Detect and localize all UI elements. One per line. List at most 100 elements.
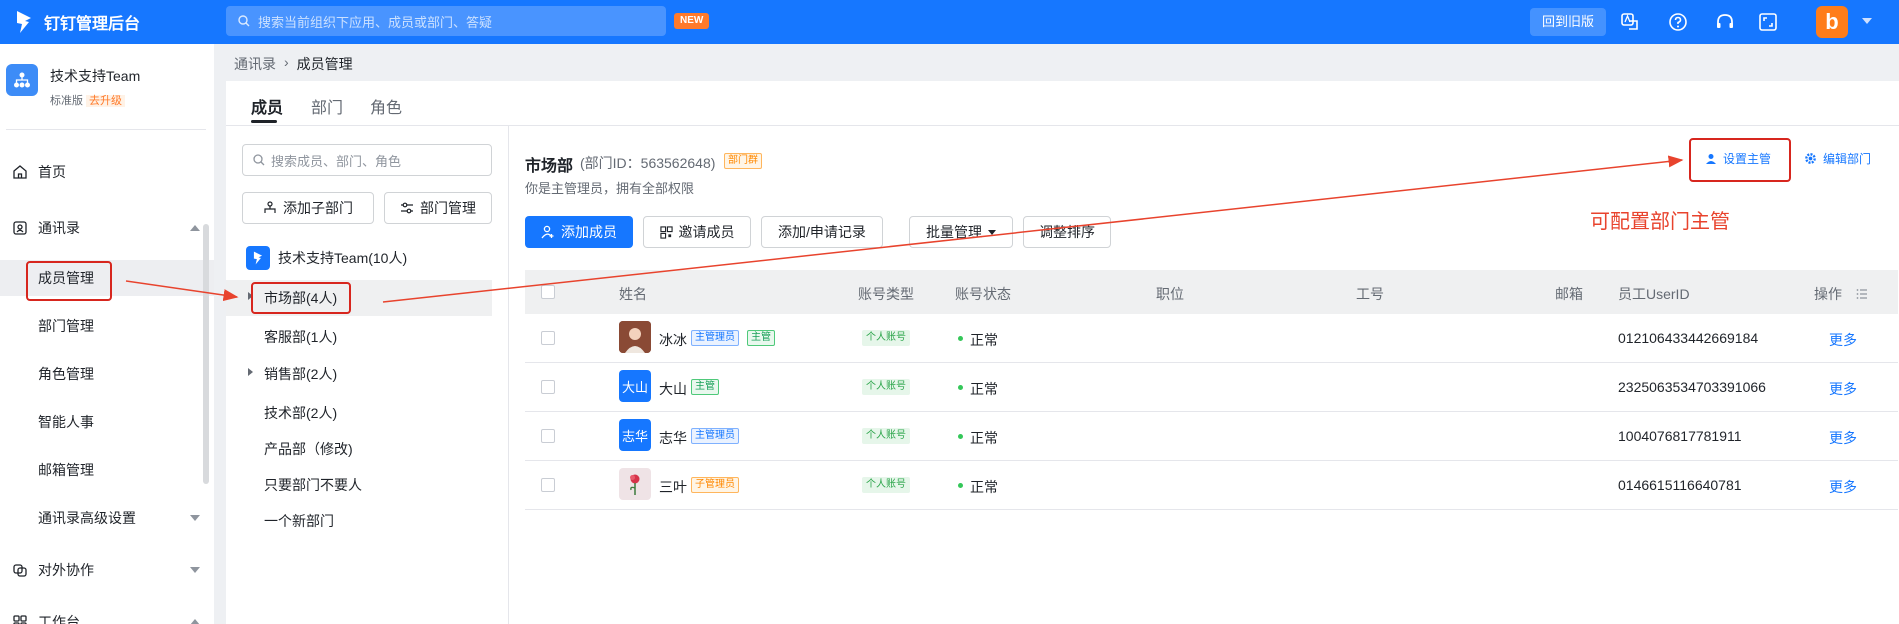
account-type-badge: 个人账号 <box>862 477 910 493</box>
badge-manager: 主管 <box>691 379 719 395</box>
sliders-icon <box>401 202 413 214</box>
member-name[interactable]: 大山 <box>659 379 687 399</box>
status-dot <box>958 385 963 390</box>
chevron-up-icon <box>190 225 200 231</box>
qrcode-icon <box>659 225 673 239</box>
badge-admin: 主管理员 <box>691 330 739 346</box>
row-checkbox[interactable] <box>541 429 555 443</box>
nav-workbench[interactable]: 工作台 <box>0 604 214 624</box>
annotation-box-market-dept <box>251 282 351 314</box>
breadcrumb-contacts[interactable]: 通讯录 <box>234 54 276 74</box>
edit-dept-button[interactable]: 编辑部门 <box>1804 150 1871 167</box>
member-avatar[interactable]: 大山 <box>619 370 651 402</box>
sidebar-scrollbar[interactable] <box>203 224 209 484</box>
column-settings-icon[interactable] <box>1856 287 1868 303</box>
row-checkbox[interactable] <box>541 380 555 394</box>
more-link[interactable]: 更多 <box>1829 330 1857 350</box>
tree-item-no-people[interactable]: 只要部门不要人 <box>264 475 362 495</box>
org-add-icon <box>264 201 276 213</box>
nav-external-label: 对外协作 <box>38 562 94 578</box>
org-switcher[interactable]: 技术支持Team 标准版 去升级 <box>6 64 140 108</box>
dept-id: (部门ID：563562648) <box>580 155 716 171</box>
member-name[interactable]: 三叶 <box>659 477 687 497</box>
tree-root[interactable]: 技术支持Team(10人) <box>246 246 407 270</box>
column-account-status: 账号状态 <box>955 286 1011 302</box>
app-title: 钉钉管理后台 <box>44 16 141 33</box>
sidebar: 技术支持Team 标准版 去升级 首页 通讯录 成员管理 部门管理 角色管理 智能… <box>0 44 214 624</box>
tab-members[interactable]: 成员 <box>251 94 283 118</box>
status-text: 正常 <box>970 430 998 446</box>
status-text: 正常 <box>970 479 998 495</box>
breadcrumb: 通讯录 › 成员管理 <box>234 54 353 74</box>
edition-label: 标准版 <box>50 95 83 107</box>
status-text: 正常 <box>970 381 998 397</box>
help-icon[interactable] <box>1666 10 1690 34</box>
tree-item-service[interactable]: 客服部(1人) <box>264 327 337 347</box>
nav-mail-management[interactable]: 邮箱管理 <box>0 452 214 488</box>
tree-search-input[interactable]: 搜索成员、部门、角色 <box>242 144 492 176</box>
member-name[interactable]: 冰冰 <box>659 330 687 350</box>
tree-item-product[interactable]: 产品部（修改) <box>264 439 353 459</box>
nav-home[interactable]: 首页 <box>0 154 214 190</box>
member-avatar[interactable]: 志华 <box>619 419 651 451</box>
dept-name: 市场部 <box>525 158 574 175</box>
more-link[interactable]: 更多 <box>1829 428 1857 448</box>
tree-item-tech[interactable]: 技术部(2人) <box>264 403 337 423</box>
contacts-icon <box>13 221 27 235</box>
photo-avatar-icon <box>619 321 651 353</box>
invite-member-button[interactable]: 邀请成员 <box>643 216 751 248</box>
nav-smart-hr[interactable]: 智能人事 <box>0 404 214 440</box>
expand-arrow-icon[interactable] <box>248 368 253 376</box>
select-all-checkbox[interactable] <box>541 285 555 299</box>
more-link[interactable]: 更多 <box>1829 477 1857 497</box>
fullscreen-icon[interactable] <box>1756 10 1780 34</box>
records-button[interactable]: 添加/申请记录 <box>761 216 883 248</box>
headset-icon[interactable] <box>1713 10 1737 34</box>
tree-item-sales[interactable]: 销售部(2人) <box>264 364 337 384</box>
nav-contacts-advanced-label: 通讯录高级设置 <box>38 510 136 526</box>
old-version-button[interactable]: 回到旧版 <box>1530 8 1607 36</box>
annotation-text: 可配置部门主管 <box>1590 211 1730 233</box>
dept-manage-button[interactable]: 部门管理 <box>384 192 492 224</box>
more-link[interactable]: 更多 <box>1829 379 1857 399</box>
external-collab-icon <box>13 564 27 577</box>
add-sub-dept-label: 添加子部门 <box>283 200 353 216</box>
user-avatar[interactable]: b <box>1816 6 1848 38</box>
column-email: 邮箱 <box>1555 286 1583 302</box>
annotation-box-member-management <box>26 261 112 301</box>
chevron-down-icon[interactable] <box>1862 18 1872 24</box>
dept-group-tag[interactable]: 部门群 <box>724 153 762 169</box>
search-placeholder: 搜索当前组织下应用、成员或部门、答疑 <box>258 14 493 30</box>
nav-contacts[interactable]: 通讯录 <box>0 210 214 246</box>
member-avatar[interactable] <box>619 321 651 353</box>
batch-manage-label: 批量管理 <box>926 224 982 240</box>
brand[interactable]: 钉钉管理后台 <box>14 10 140 34</box>
add-sub-dept-button[interactable]: 添加子部门 <box>242 192 374 224</box>
top-bar: 钉钉管理后台 搜索当前组织下应用、成员或部门、答疑 NEW 回到旧版 b <box>0 0 1899 44</box>
account-type-badge: 个人账号 <box>862 379 910 395</box>
nav-dept-management-label: 部门管理 <box>38 318 94 334</box>
divider <box>226 125 1899 126</box>
nav-external[interactable]: 对外协作 <box>0 552 214 588</box>
nav-role-management[interactable]: 角色管理 <box>0 356 214 392</box>
global-search-input[interactable]: 搜索当前组织下应用、成员或部门、答疑 <box>226 6 666 36</box>
sort-button[interactable]: 调整排序 <box>1023 216 1111 248</box>
translate-icon[interactable] <box>1618 10 1642 34</box>
annotation-box-set-manager <box>1689 138 1791 182</box>
add-member-button[interactable]: 添加成员 <box>525 216 633 248</box>
member-name[interactable]: 志华 <box>659 428 687 448</box>
new-badge: NEW <box>674 13 710 29</box>
nav-workbench-label: 工作台 <box>38 614 80 624</box>
member-avatar[interactable] <box>619 468 651 500</box>
nav-contacts-advanced[interactable]: 通讯录高级设置 <box>0 500 214 536</box>
tree-item-new-dept[interactable]: 一个新部门 <box>264 511 334 531</box>
breadcrumb-current: 成员管理 <box>296 56 353 72</box>
tab-roles[interactable]: 角色 <box>370 94 402 118</box>
batch-manage-button[interactable]: 批量管理 <box>909 216 1013 248</box>
upgrade-link[interactable]: 去升级 <box>86 95 125 107</box>
row-checkbox[interactable] <box>541 331 555 345</box>
nav-dept-management[interactable]: 部门管理 <box>0 308 214 344</box>
row-checkbox[interactable] <box>541 478 555 492</box>
tab-departments[interactable]: 部门 <box>311 94 343 118</box>
member-userid: 1004076817781911 <box>1618 428 1742 444</box>
